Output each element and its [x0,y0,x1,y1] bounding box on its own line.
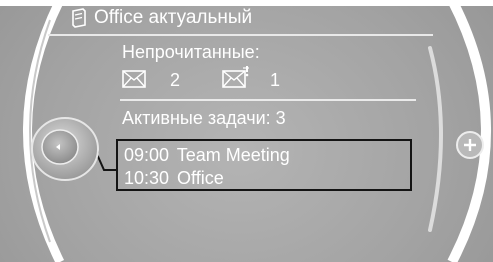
plus-icon[interactable] [455,130,485,160]
controller-knob-icon[interactable] [30,116,100,182]
display-screen: Office актуальный Непрочитанные: 2 1 Акт… [0,0,493,262]
